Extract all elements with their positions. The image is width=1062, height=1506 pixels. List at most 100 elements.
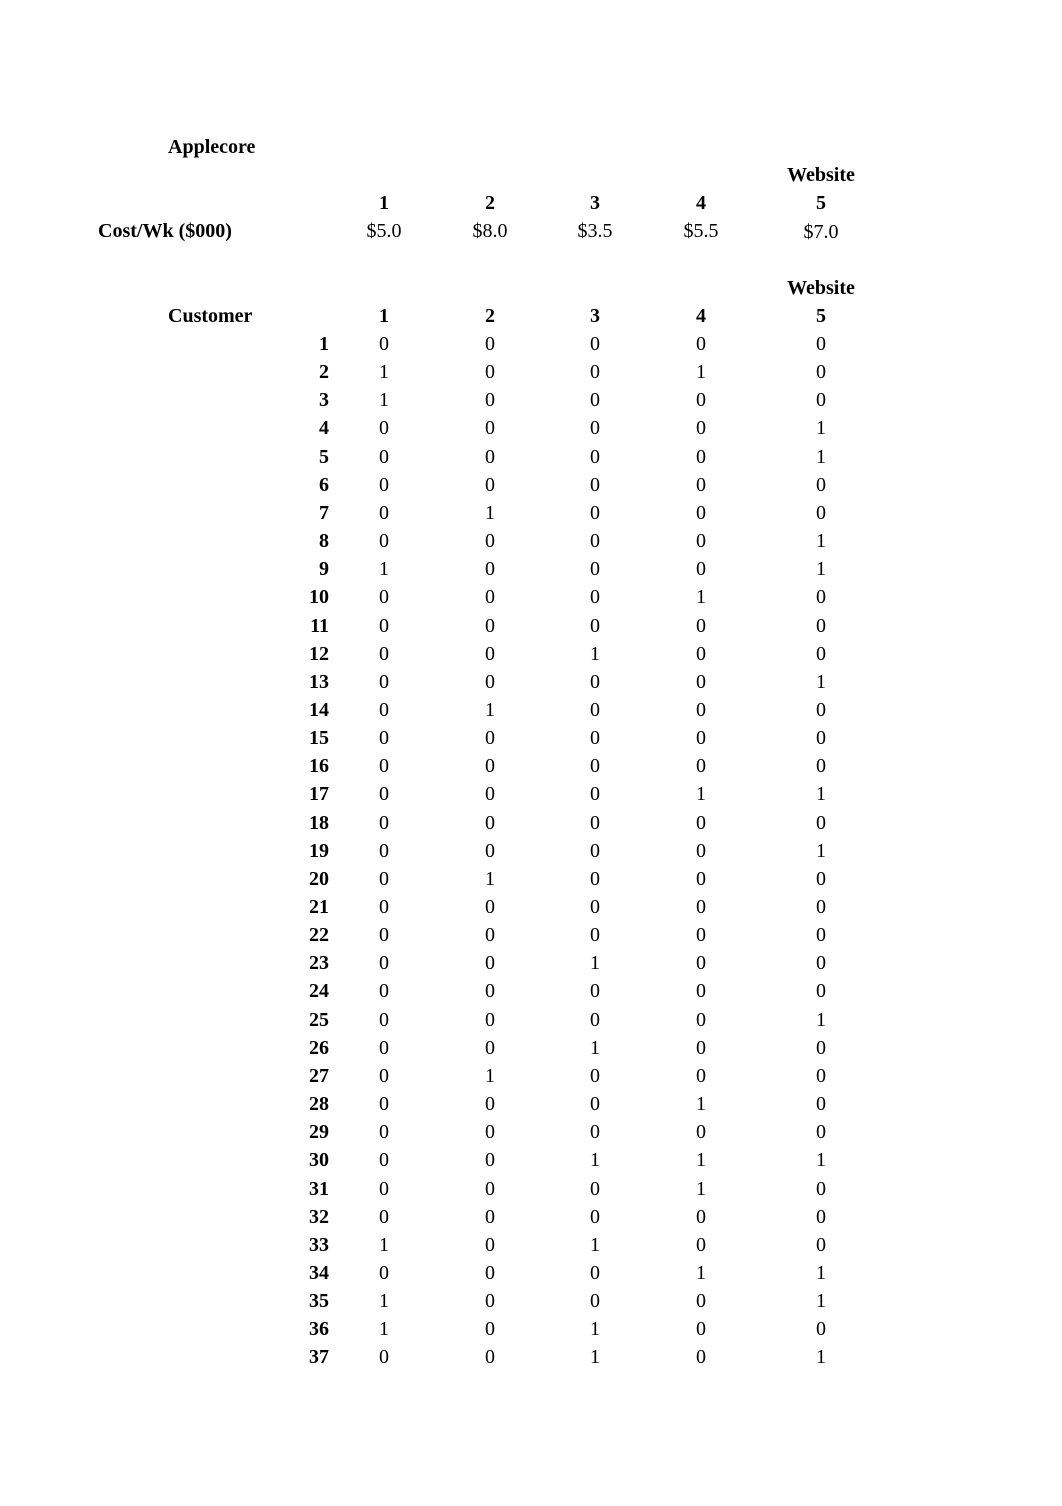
customer-number: 12 [309, 643, 329, 665]
cell-website-1: 1 [379, 1290, 389, 1312]
cell-website-3: 0 [590, 361, 600, 383]
cell-website-1: 0 [379, 952, 389, 974]
cell-website-2: 0 [485, 615, 495, 637]
cell-website-5: 0 [816, 615, 826, 637]
cell-website-3: 0 [590, 1290, 600, 1312]
cell-website-5: 1 [816, 783, 826, 805]
cell-website-1: 0 [379, 1065, 389, 1087]
cell-website-5: 0 [816, 389, 826, 411]
cell-website-1: 0 [379, 474, 389, 496]
customer-number: 25 [309, 1009, 329, 1031]
cell-website-5: 0 [816, 1178, 826, 1200]
cell-website-2: 0 [485, 924, 495, 946]
cell-website-4: 1 [696, 1093, 706, 1115]
customer-website-number: 5 [816, 305, 826, 327]
customer-number: 32 [309, 1206, 329, 1228]
cell-website-4: 0 [696, 1037, 706, 1059]
customer-number: 37 [309, 1346, 329, 1368]
cell-website-3: 0 [590, 417, 600, 439]
customer-number: 8 [319, 530, 329, 552]
customer-number: 19 [309, 840, 329, 862]
cell-website-1: 0 [379, 868, 389, 890]
cell-website-5: 0 [816, 868, 826, 890]
cell-website-4: 0 [696, 643, 706, 665]
cell-website-2: 0 [485, 727, 495, 749]
cell-website-3: 0 [590, 1178, 600, 1200]
cell-website-2: 0 [485, 1121, 495, 1143]
cell-website-4: 0 [696, 502, 706, 524]
cell-website-1: 0 [379, 1346, 389, 1368]
company-title: Applecore [168, 136, 256, 158]
cell-website-2: 1 [485, 502, 495, 524]
cell-website-5: 1 [816, 1290, 826, 1312]
cell-website-3: 0 [590, 783, 600, 805]
cell-website-2: 0 [485, 952, 495, 974]
cell-website-3: 0 [590, 980, 600, 1002]
cell-website-4: 0 [696, 755, 706, 777]
cell-website-3: 0 [590, 474, 600, 496]
cell-website-4: 0 [696, 1318, 706, 1340]
cell-website-1: 0 [379, 643, 389, 665]
cell-website-1: 1 [379, 558, 389, 580]
cell-website-3: 0 [590, 530, 600, 552]
cell-website-3: 0 [590, 1206, 600, 1228]
cell-website-2: 0 [485, 1206, 495, 1228]
cell-website-4: 0 [696, 727, 706, 749]
cell-website-2: 0 [485, 333, 495, 355]
cell-website-5: 0 [816, 980, 826, 1002]
customer-number: 23 [309, 952, 329, 974]
cell-website-4: 0 [696, 1009, 706, 1031]
customer-number: 29 [309, 1121, 329, 1143]
cell-website-4: 1 [696, 1149, 706, 1171]
cell-website-2: 1 [485, 1065, 495, 1087]
customer-website-number: 3 [590, 305, 600, 327]
cell-website-2: 0 [485, 783, 495, 805]
cell-website-2: 0 [485, 1290, 495, 1312]
cell-website-2: 0 [485, 1346, 495, 1368]
cell-website-4: 0 [696, 896, 706, 918]
customer-website-number: 1 [379, 305, 389, 327]
cell-website-5: 1 [816, 417, 826, 439]
customer-number: 36 [309, 1318, 329, 1340]
cell-website-3: 0 [590, 389, 600, 411]
cell-website-4: 0 [696, 699, 706, 721]
cell-website-5: 0 [816, 643, 826, 665]
cell-website-1: 0 [379, 586, 389, 608]
customer-number: 28 [309, 1093, 329, 1115]
cell-website-2: 0 [485, 1318, 495, 1340]
customer-number: 31 [309, 1178, 329, 1200]
cell-website-5: 0 [816, 812, 826, 834]
cost-website-number: 3 [590, 192, 600, 214]
customer-number: 9 [319, 558, 329, 580]
cell-website-3: 0 [590, 1065, 600, 1087]
cell-website-3: 1 [590, 1149, 600, 1171]
cell-website-1: 0 [379, 333, 389, 355]
customer-number: 15 [309, 727, 329, 749]
customer-number: 22 [309, 924, 329, 946]
cell-website-5: 0 [816, 1234, 826, 1256]
cell-website-1: 0 [379, 783, 389, 805]
cell-website-1: 1 [379, 389, 389, 411]
cell-website-5: 1 [816, 558, 826, 580]
cell-website-5: 0 [816, 502, 826, 524]
cell-website-1: 0 [379, 980, 389, 1002]
cell-website-2: 0 [485, 643, 495, 665]
cell-website-4: 0 [696, 1065, 706, 1087]
cell-website-3: 1 [590, 1346, 600, 1368]
cost-value: $3.5 [577, 220, 613, 242]
cell-website-5: 0 [816, 1037, 826, 1059]
cell-website-1: 0 [379, 1262, 389, 1284]
customer-number: 4 [319, 417, 329, 439]
cell-website-1: 0 [379, 417, 389, 439]
cost-website-number: 2 [485, 192, 495, 214]
cost-value: $5.0 [366, 220, 402, 242]
customer-number: 34 [309, 1262, 329, 1284]
cell-website-1: 0 [379, 812, 389, 834]
cell-website-3: 0 [590, 615, 600, 637]
cell-website-5: 0 [816, 333, 826, 355]
cell-website-4: 0 [696, 446, 706, 468]
cell-website-3: 1 [590, 1318, 600, 1340]
customer-website-header: Website [787, 277, 855, 299]
customer-number: 33 [309, 1234, 329, 1256]
cell-website-3: 0 [590, 699, 600, 721]
